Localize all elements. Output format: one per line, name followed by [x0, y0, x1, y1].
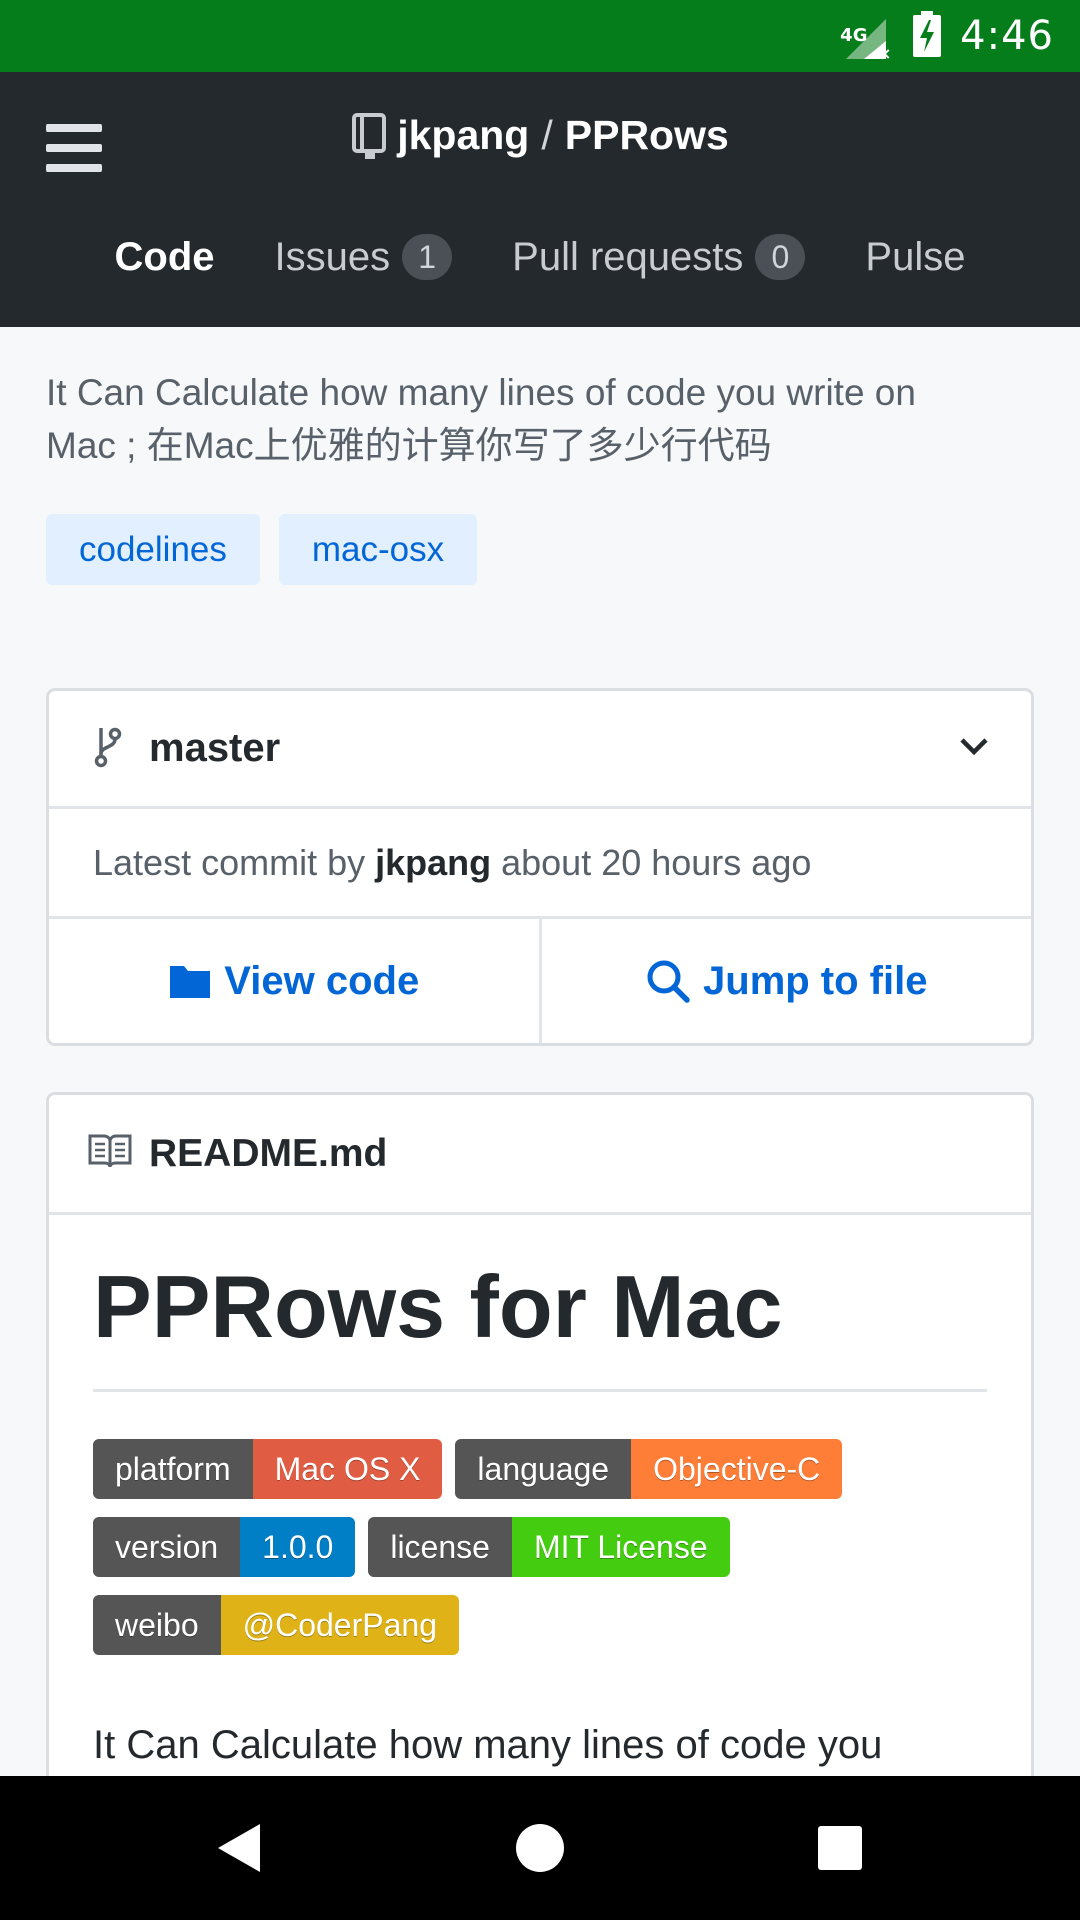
readme-body: PPRows for Mac platform Mac OS X languag…	[49, 1215, 1031, 1768]
cell-signal-icon: 4G ×	[840, 11, 894, 61]
branch-selector[interactable]: master	[49, 691, 1031, 809]
status-icons: 4G × 4:46	[840, 0, 1054, 72]
topic-tag-mac-osx[interactable]: mac-osx	[278, 514, 478, 585]
svg-text:×: ×	[878, 44, 891, 61]
badge-label: weibo	[93, 1595, 221, 1655]
topic-tags: codelines mac-osx	[46, 514, 478, 585]
tab-code-label: Code	[114, 234, 215, 279]
back-icon[interactable]	[204, 1812, 276, 1884]
badge-value: @CoderPang	[220, 1595, 459, 1655]
badge-label: license	[368, 1517, 512, 1577]
badge-license[interactable]: license MIT License	[368, 1517, 730, 1577]
commit-author-link[interactable]: jkpang	[375, 842, 491, 884]
tab-issues-label: Issues	[274, 234, 391, 279]
battery-charging-icon	[912, 10, 942, 62]
branch-actions: View code Jump to file	[49, 919, 1031, 1043]
branch-name: master	[149, 726, 281, 770]
badge-label: platform	[93, 1439, 253, 1499]
tab-pull-requests-label: Pull requests	[512, 234, 744, 279]
readme-badges: platform Mac OS X language Objective-C v…	[93, 1439, 993, 1655]
jump-to-file-label: Jump to file	[703, 958, 928, 1003]
clock: 4:46	[960, 13, 1054, 59]
repo-title: jkpang / PPRows	[0, 112, 1080, 159]
repo-nav-tabs: Code Issues 1 Pull requests 0 Pulse	[0, 227, 1080, 287]
pull-requests-count-badge: 0	[755, 234, 806, 280]
git-branch-icon	[93, 724, 123, 773]
repo-description-line-1: It Can Calculate how many lines of code …	[46, 372, 916, 413]
readme-title: PPRows for Mac	[93, 1247, 987, 1392]
repo-header: jkpang / PPRows Code Issues 1 Pull reque…	[0, 72, 1080, 327]
view-code-button[interactable]: View code	[49, 919, 539, 1043]
topic-tag-codelines[interactable]: codelines	[46, 514, 260, 585]
branch-panel: master Latest commit by jkpang about 20 …	[46, 688, 1034, 1046]
folder-icon	[168, 962, 212, 1000]
tab-pulse[interactable]: Pulse	[865, 235, 965, 280]
book-icon	[87, 1133, 133, 1174]
search-icon	[645, 958, 691, 1004]
latest-commit: Latest commit by jkpang about 20 hours a…	[49, 809, 1031, 919]
repo-name-link[interactable]: PPRows	[565, 112, 729, 159]
badge-value: Objective-C	[631, 1439, 843, 1499]
badge-label: version	[93, 1517, 241, 1577]
readme-filename: README.md	[149, 1131, 388, 1175]
readme-header: README.md	[49, 1095, 1031, 1215]
readme-paragraph: It Can Calculate how many lines of code …	[93, 1723, 883, 1767]
view-code-label: View code	[224, 958, 420, 1003]
tab-code[interactable]: Code	[115, 235, 215, 280]
recents-icon[interactable]	[804, 1812, 876, 1884]
badge-value: 1.0.0	[240, 1517, 356, 1577]
badge-language[interactable]: language Objective-C	[455, 1439, 843, 1499]
badge-label: language	[455, 1439, 632, 1499]
repo-owner-link[interactable]: jkpang	[397, 112, 529, 159]
badge-value: MIT License	[511, 1517, 730, 1577]
badge-version[interactable]: version 1.0.0	[93, 1517, 356, 1577]
commit-prefix: Latest commit by	[93, 841, 366, 883]
badge-weibo[interactable]: weibo @CoderPang	[93, 1595, 459, 1655]
home-icon[interactable]	[504, 1812, 576, 1884]
chevron-down-icon	[959, 736, 989, 761]
tab-issues[interactable]: Issues 1	[275, 234, 453, 280]
issues-count-badge: 1	[402, 234, 453, 280]
repo-description-line-2: Mac ; 在Mac上优雅的计算你写了多少行代码	[46, 425, 772, 466]
repo-title-separator: /	[541, 112, 553, 158]
commit-time: about 20 hours ago	[501, 841, 812, 883]
repo-book-icon	[351, 112, 387, 159]
system-navigation-bar	[0, 1776, 1080, 1920]
repo-description: It Can Calculate how many lines of code …	[46, 366, 1026, 472]
status-bar: 4G × 4:46	[0, 0, 1080, 72]
badge-platform[interactable]: platform Mac OS X	[93, 1439, 443, 1499]
jump-to-file-button[interactable]: Jump to file	[538, 919, 1032, 1043]
badge-value: Mac OS X	[252, 1439, 443, 1499]
tab-pulse-label: Pulse	[865, 234, 966, 279]
tab-pull-requests[interactable]: Pull requests 0	[512, 234, 806, 280]
